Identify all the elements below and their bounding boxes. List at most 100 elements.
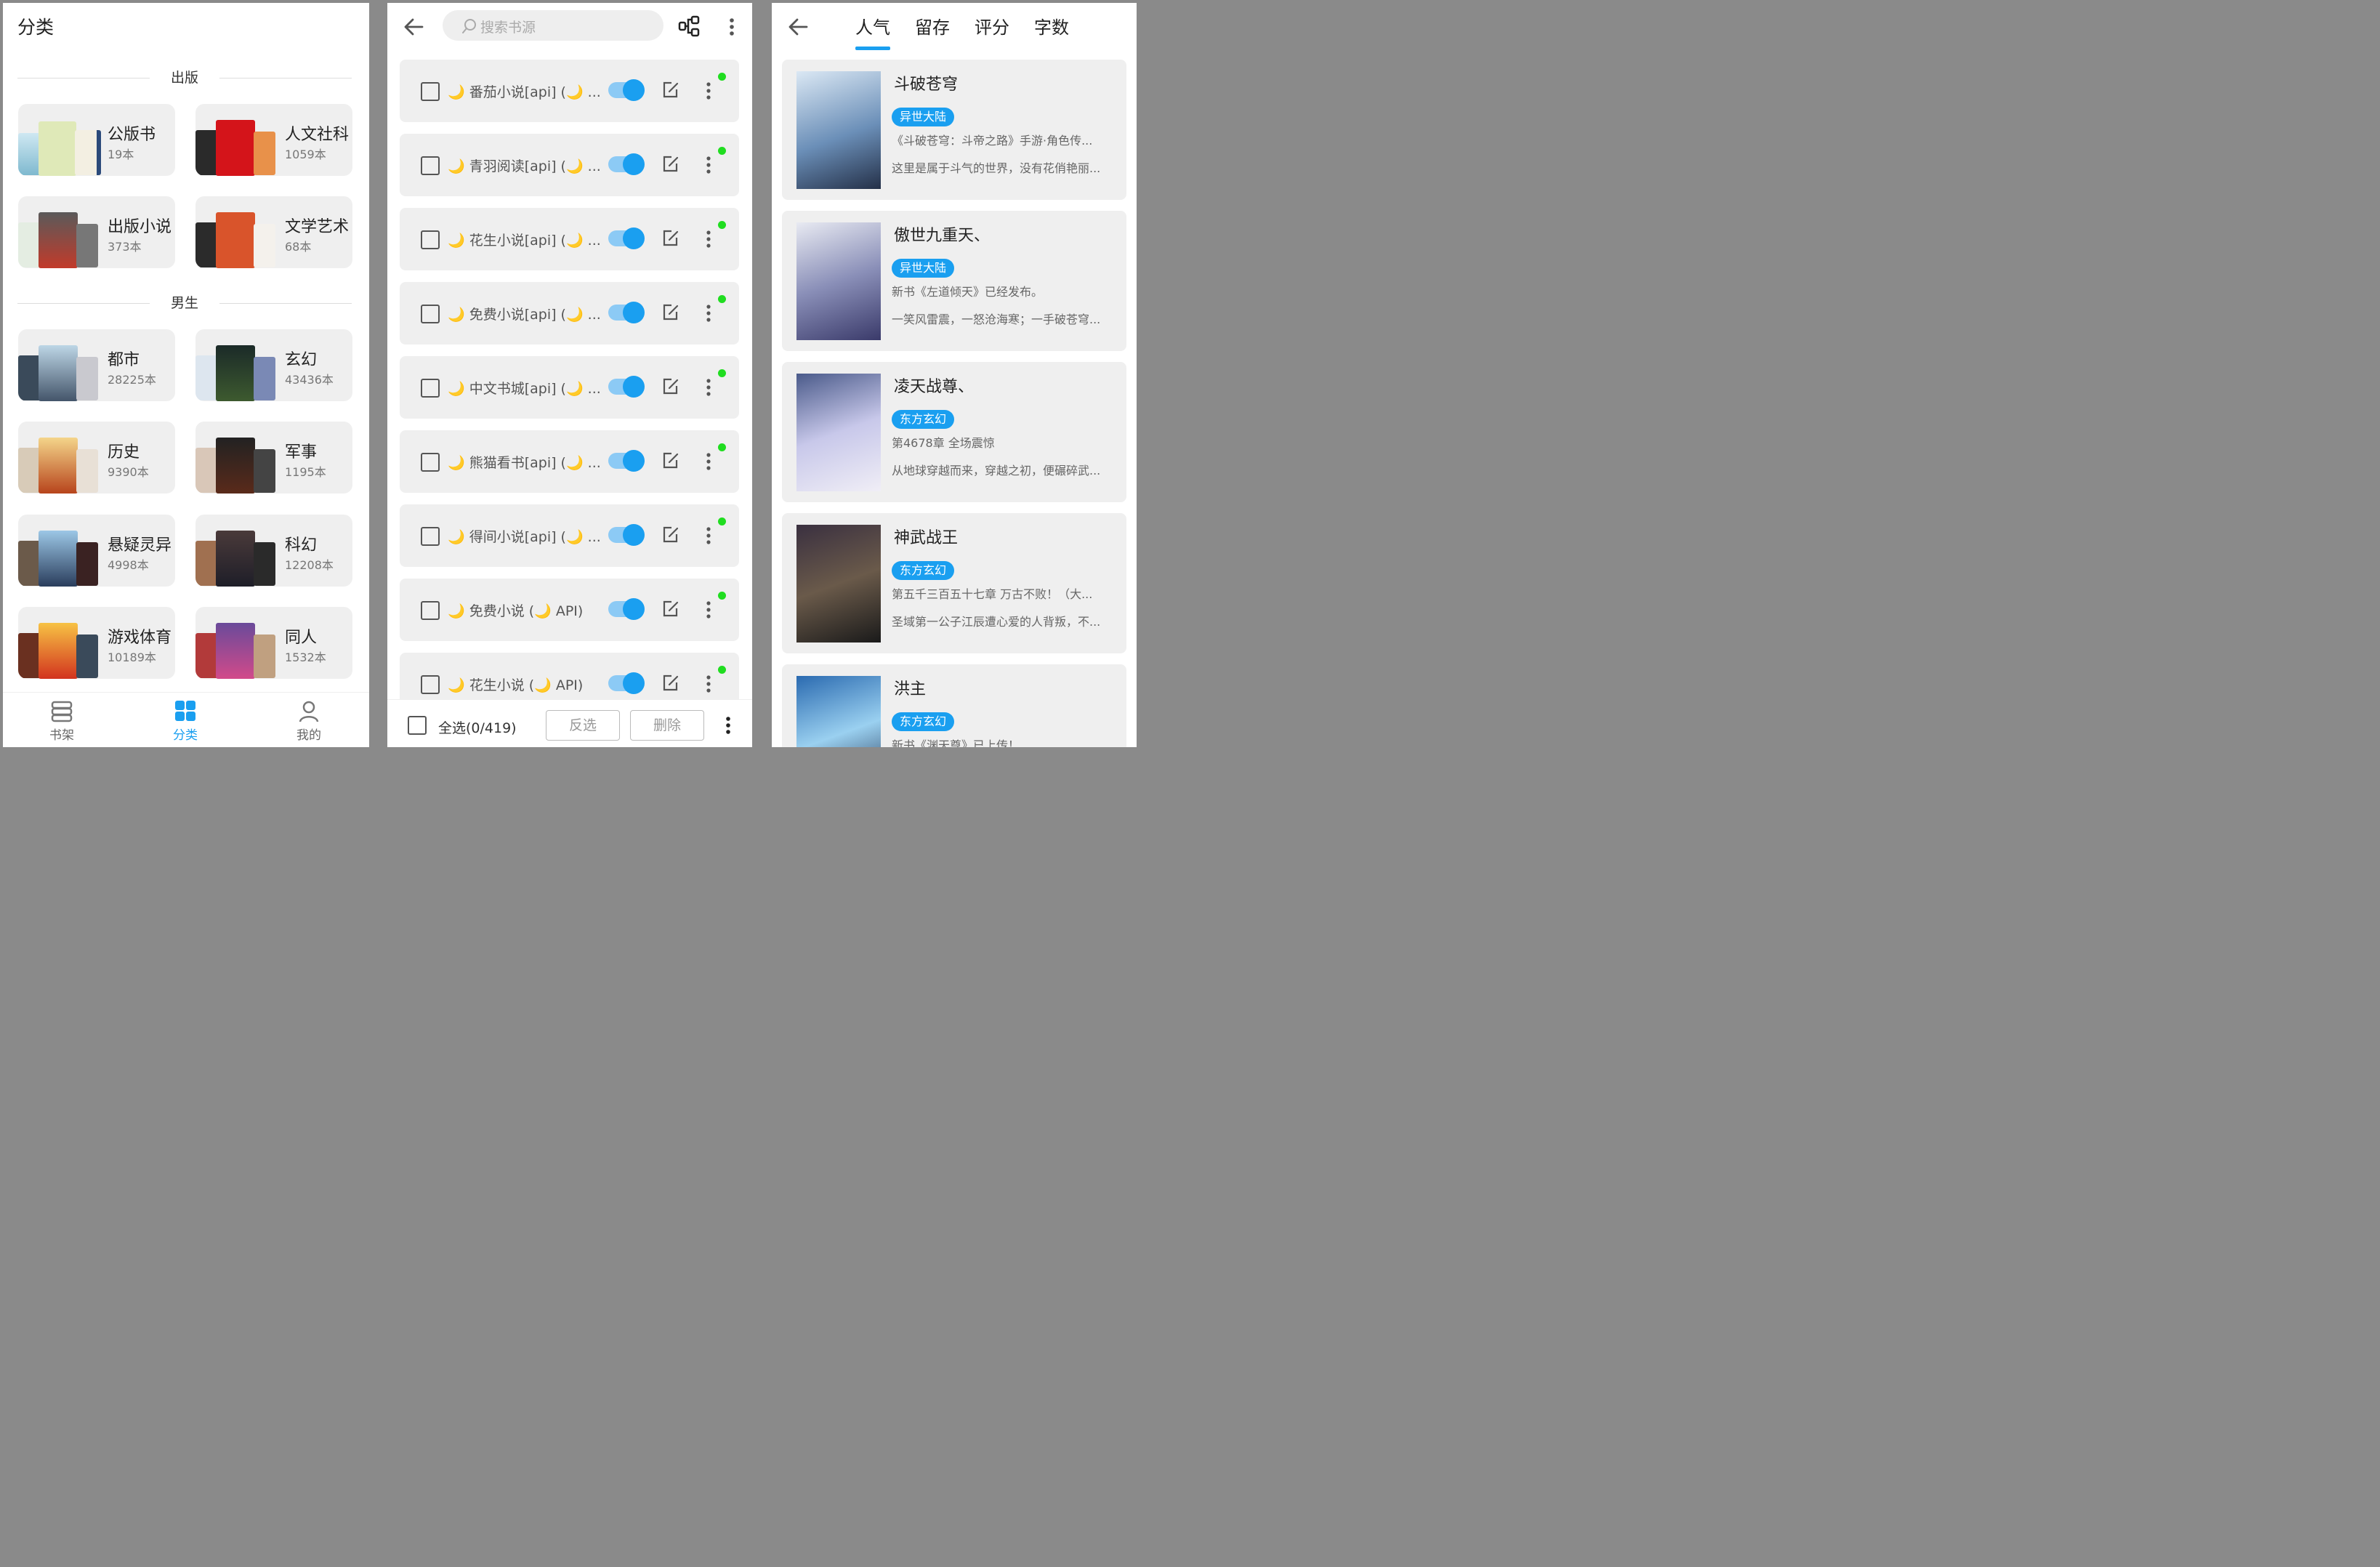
nav-label: 书架 <box>49 728 74 743</box>
book-latest: 第五千三百五十七章 万古不败！（大... <box>892 587 1093 601</box>
book-intro: 从地球穿越而来，穿越之初，便碾碎武... <box>892 464 1101 478</box>
back-arrow-icon[interactable] <box>788 17 808 37</box>
edit-icon[interactable] <box>661 81 680 100</box>
category-card-public-books[interactable]: 公版书 19本 <box>18 104 175 176</box>
category-count: 1059本 <box>285 148 326 161</box>
category-covers <box>18 104 101 176</box>
source-row[interactable]: 🌙 免费小说 (🌙 API) <box>400 579 739 641</box>
more-vert-icon[interactable] <box>727 17 736 36</box>
category-name: 历史 <box>108 443 140 462</box>
category-card-military[interactable]: 军事 1195本 <box>195 422 352 494</box>
more-vert-icon[interactable] <box>705 156 712 174</box>
source-checkbox[interactable] <box>421 601 440 620</box>
online-status-dot <box>718 666 726 674</box>
select-all-checkbox[interactable] <box>408 716 427 735</box>
category-card-fantasy[interactable]: 玄幻 43436本 <box>195 329 352 401</box>
more-vert-icon[interactable] <box>705 674 712 693</box>
more-vert-icon[interactable] <box>705 600 712 619</box>
source-enable-toggle[interactable] <box>608 302 645 323</box>
source-row[interactable]: 🌙 青羽阅读[api] (🌙 ... <box>400 134 739 196</box>
source-checkbox[interactable] <box>421 453 440 472</box>
nav-category[interactable]: 分类 <box>149 700 222 743</box>
book-card[interactable]: 傲世九重天、 异世大陆 新书《左道倾天》已经发布。 一笑风雷震，一怒沧海寒；一手… <box>782 211 1126 351</box>
more-vert-icon[interactable] <box>705 452 712 471</box>
more-vert-icon[interactable] <box>724 716 733 735</box>
source-row[interactable]: 🌙 得间小说[api] (🌙 ... <box>400 504 739 567</box>
book-card[interactable]: 洪主 东方玄幻 新书《渊天尊》已上传！ <box>782 664 1126 747</box>
source-row[interactable]: 🌙 熊猫看书[api] (🌙 ... <box>400 430 739 493</box>
book-title: 傲世九重天、 <box>894 227 991 245</box>
nav-label: 分类 <box>173 728 198 743</box>
category-card-published-novels[interactable]: 出版小说 373本 <box>18 196 175 268</box>
online-status-dot <box>718 147 726 155</box>
source-row[interactable]: 🌙 中文书城[api] (🌙 ... <box>400 356 739 419</box>
book-card[interactable]: 神武战王 东方玄幻 第五千三百五十七章 万古不败！（大... 圣域第一公子江辰遭… <box>782 513 1126 653</box>
source-checkbox[interactable] <box>421 156 440 175</box>
edit-icon[interactable] <box>661 600 680 619</box>
category-count: 373本 <box>108 240 142 254</box>
edit-icon[interactable] <box>661 229 680 248</box>
tab-rating[interactable]: 评分 <box>975 13 1009 39</box>
book-title: 神武战王 <box>894 529 959 547</box>
source-checkbox[interactable] <box>421 230 440 249</box>
category-card-fan-fiction[interactable]: 同人 1532本 <box>195 607 352 679</box>
source-checkbox[interactable] <box>421 675 440 694</box>
category-card-humanities[interactable]: 人文社科 1059本 <box>195 104 352 176</box>
book-cover <box>796 374 881 491</box>
delete-button[interactable]: 删除 <box>630 710 704 741</box>
category-card-mystery[interactable]: 悬疑灵异 4998本 <box>18 515 175 587</box>
section-header-publish: 出版 <box>17 65 352 87</box>
source-checkbox[interactable] <box>421 379 440 398</box>
category-card-scifi[interactable]: 科幻 12208本 <box>195 515 352 587</box>
source-enable-toggle[interactable] <box>608 79 645 101</box>
category-card-history[interactable]: 历史 9390本 <box>18 422 175 494</box>
category-card-literature-art[interactable]: 文学艺术 68本 <box>195 196 352 268</box>
edit-icon[interactable] <box>661 451 680 470</box>
book-card[interactable]: 斗破苍穹 异世大陆 《斗破苍穹：斗帝之路》手游·角色传... 这里是属于斗气的世… <box>782 60 1126 200</box>
source-enable-toggle[interactable] <box>608 376 645 398</box>
more-vert-icon[interactable] <box>705 304 712 323</box>
edit-icon[interactable] <box>661 303 680 322</box>
section-header-male: 男生 <box>17 291 352 313</box>
source-enable-toggle[interactable] <box>608 227 645 249</box>
source-enable-toggle[interactable] <box>608 598 645 620</box>
tab-popularity[interactable]: 人气 <box>855 13 890 39</box>
source-row[interactable]: 🌙 免费小说[api] (🌙 ... <box>400 282 739 345</box>
select-all-label: 全选(0/419) <box>438 720 517 736</box>
book-cover <box>796 676 881 747</box>
category-card-urban[interactable]: 都市 28225本 <box>18 329 175 401</box>
source-enable-toggle[interactable] <box>608 524 645 546</box>
back-arrow-icon[interactable] <box>403 17 424 37</box>
invert-selection-button[interactable]: 反选 <box>546 710 620 741</box>
book-card[interactable]: 凌天战尊、 东方玄幻 第4678章 全场震惊 从地球穿越而来，穿越之初，便碾碎武… <box>782 362 1126 502</box>
category-count: 4998本 <box>108 558 149 572</box>
more-vert-icon[interactable] <box>705 81 712 100</box>
tab-retention[interactable]: 留存 <box>915 13 950 39</box>
source-row[interactable]: 🌙 花生小说[api] (🌙 ... <box>400 208 739 270</box>
source-enable-toggle[interactable] <box>608 450 645 472</box>
search-input[interactable]: 搜索书源 <box>443 10 663 41</box>
category-name: 游戏体育 <box>108 629 172 647</box>
source-checkbox[interactable] <box>421 527 440 546</box>
nav-mine[interactable]: 我的 <box>273 700 345 743</box>
source-checkbox[interactable] <box>421 82 440 101</box>
network-icon[interactable] <box>678 15 700 37</box>
source-row[interactable]: 🌙 番茄小说[api] (🌙 ... <box>400 60 739 122</box>
edit-icon[interactable] <box>661 377 680 396</box>
genre-tag: 异世大陆 <box>892 108 955 126</box>
source-checkbox[interactable] <box>421 305 440 323</box>
genre-tag: 东方玄幻 <box>892 712 955 731</box>
source-enable-toggle[interactable] <box>608 672 645 694</box>
edit-icon[interactable] <box>661 674 680 693</box>
more-vert-icon[interactable] <box>705 230 712 249</box>
source-enable-toggle[interactable] <box>608 153 645 175</box>
more-vert-icon[interactable] <box>705 378 712 397</box>
category-card-games-sports[interactable]: 游戏体育 10189本 <box>18 607 175 679</box>
more-vert-icon[interactable] <box>705 526 712 545</box>
edit-icon[interactable] <box>661 155 680 174</box>
nav-bookshelf[interactable]: 书架 <box>25 700 98 743</box>
edit-icon[interactable] <box>661 525 680 544</box>
book-cover <box>796 222 881 340</box>
nav-label: 我的 <box>297 728 321 743</box>
tab-word-count[interactable]: 字数 <box>1034 13 1069 39</box>
